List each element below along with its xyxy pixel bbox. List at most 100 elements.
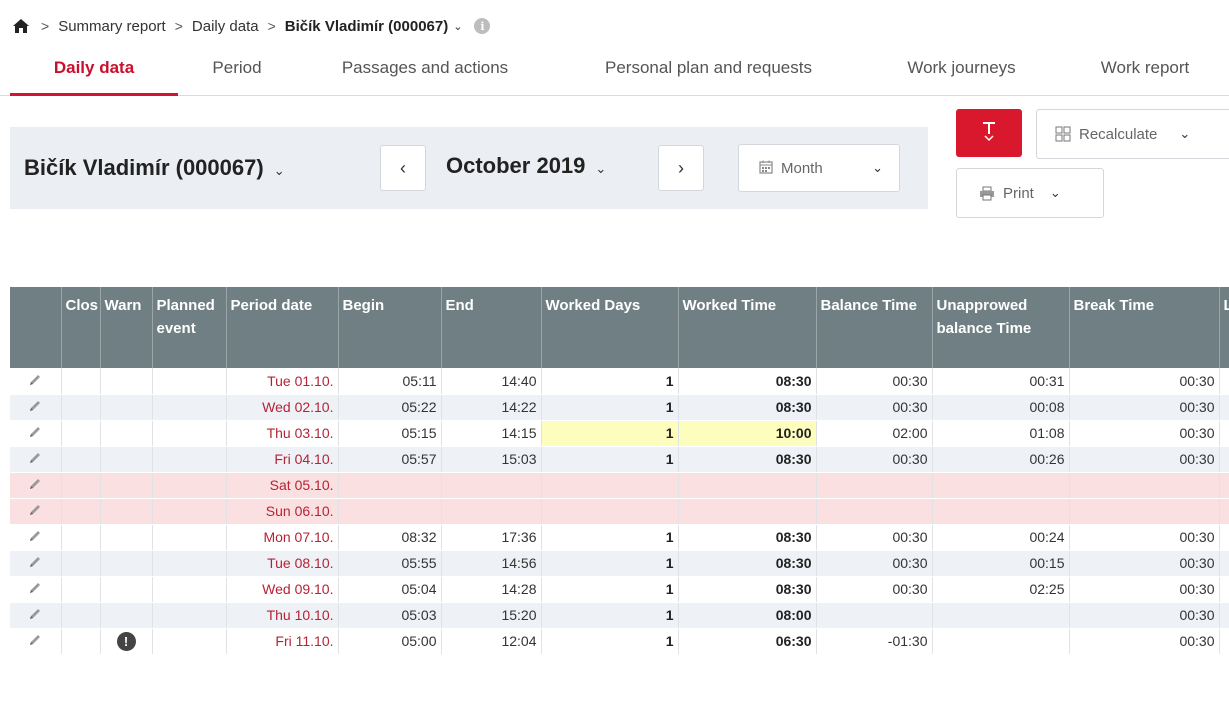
text-tool-button[interactable] (956, 109, 1022, 157)
unapproved-balance-cell: 01:08 (932, 420, 1070, 447)
end-cell: 14:56 (441, 550, 542, 577)
tab-period[interactable]: Period (196, 58, 278, 96)
col-header-close[interactable]: Clos (61, 287, 101, 368)
worked-days-cell: 1 (541, 576, 679, 603)
unapproved-balance-cell (932, 498, 1070, 525)
period-date-cell: Wed 02.10. (226, 394, 339, 421)
col-header-worked-days[interactable]: Worked Days (541, 287, 679, 368)
table-row[interactable]: Thu 03.10. 05:15 14:15 1 10:00 02:00 01:08 00:3… (10, 420, 1229, 447)
chevron-right-icon: › (678, 157, 684, 178)
exclamation-icon[interactable]: ! (116, 631, 136, 651)
worked-time-cell: 08:00 (678, 602, 817, 629)
balance-time-cell: 00:30 (816, 394, 933, 421)
edit-row-button[interactable] (10, 472, 62, 499)
extra-cell (1219, 368, 1229, 395)
previous-month-button[interactable]: ‹ (380, 145, 426, 191)
worked-days-cell: 1 (541, 524, 679, 551)
table-row[interactable]: Wed 09.10. 05:04 14:28 1 08:30 00:30 02:25 00:3… (10, 576, 1229, 603)
breadcrumb-summary-report[interactable]: Summary report (58, 18, 166, 35)
warning-cell (100, 446, 153, 473)
chevron-down-icon[interactable]: ⌄ (1179, 126, 1190, 142)
daily-data-table: Clos Warn Planned event Period date Begi… (10, 287, 1229, 655)
col-header-extra[interactable]: L (1219, 287, 1229, 368)
edit-row-button[interactable] (10, 550, 62, 577)
period-type-dropdown[interactable]: Month ⌄ (738, 144, 900, 192)
chevron-down-icon[interactable]: ⌄ (1050, 185, 1061, 201)
col-header-break-time[interactable]: Break Time (1069, 287, 1220, 368)
recalculate-button[interactable]: Recalculate ⌄ (1036, 109, 1229, 159)
pencil-icon (28, 425, 42, 442)
end-cell: 14:15 (441, 420, 542, 447)
close-cell (61, 498, 101, 525)
balance-time-cell: 00:30 (816, 576, 933, 603)
home-icon[interactable] (12, 17, 32, 35)
pencil-icon (28, 503, 42, 520)
print-button[interactable]: Print ⌄ (956, 168, 1104, 218)
table-row[interactable]: Wed 02.10. 05:22 14:22 1 08:30 00:30 00:08 00:3… (10, 394, 1229, 421)
end-cell: 15:03 (441, 446, 542, 473)
close-cell (61, 394, 101, 421)
extra-cell (1219, 420, 1229, 447)
table-row[interactable]: Tue 08.10. 05:55 14:56 1 08:30 00:30 00:15 00:3… (10, 550, 1229, 577)
begin-cell: 05:00 (338, 628, 442, 655)
col-header-begin[interactable]: Begin (338, 287, 442, 368)
table-row[interactable]: Sun 06.10. (10, 498, 1229, 525)
edit-row-button[interactable] (10, 498, 62, 525)
edit-row-button[interactable] (10, 394, 62, 421)
break-time-cell: 00:30 (1069, 420, 1220, 447)
breadcrumb-current-employee[interactable]: Bičík Vladimír (000067) (285, 18, 448, 35)
edit-row-button[interactable] (10, 420, 62, 447)
tab-daily-data[interactable]: Daily data (10, 58, 178, 96)
edit-row-button[interactable] (10, 602, 62, 629)
employee-select[interactable]: Bičík Vladimír (000067) ⌄ (24, 155, 285, 181)
tab-passages-and-actions[interactable]: Passages and actions (320, 58, 530, 96)
worked-time-cell (678, 498, 817, 525)
breadcrumb-separator: > (267, 18, 276, 34)
col-header-end[interactable]: End (441, 287, 542, 368)
table-row[interactable]: ! Fri 11.10. 05:00 12:04 1 06:30 -01:30 00:30 (10, 628, 1229, 655)
edit-row-button[interactable] (10, 576, 62, 603)
close-cell (61, 628, 101, 655)
planned-event-cell (152, 524, 227, 551)
table-row[interactable]: Sat 05.10. (10, 472, 1229, 499)
month-label: October 2019 (446, 153, 586, 178)
break-time-cell: 00:30 (1069, 628, 1220, 655)
col-header-worked-time[interactable]: Worked Time (678, 287, 817, 368)
chevron-down-icon[interactable]: ⌄ (453, 20, 462, 33)
col-header-planned-event[interactable]: Planned event (152, 287, 227, 368)
end-cell (441, 498, 542, 525)
tab-work-journeys[interactable]: Work journeys (884, 58, 1039, 96)
break-time-cell: 00:30 (1069, 524, 1220, 551)
worked-days-cell: 1 (541, 602, 679, 629)
table-row[interactable]: Thu 10.10. 05:03 15:20 1 08:00 00:30 (10, 602, 1229, 629)
info-icon[interactable]: i (474, 18, 491, 34)
edit-row-button[interactable] (10, 446, 62, 473)
month-select[interactable]: October 2019 ⌄ (446, 153, 606, 179)
tab-personal-plan-and-requests[interactable]: Personal plan and requests (576, 58, 841, 96)
table-row[interactable]: Mon 07.10. 08:32 17:36 1 08:30 00:30 00:24 00:3… (10, 524, 1229, 551)
edit-row-button[interactable] (10, 524, 62, 551)
balance-time-cell: 00:30 (816, 550, 933, 577)
worked-time-cell: 08:30 (678, 576, 817, 603)
col-header-balance-time[interactable]: Balance Time (816, 287, 933, 368)
unapproved-balance-cell: 00:08 (932, 394, 1070, 421)
balance-time-cell (816, 602, 933, 629)
next-month-button[interactable]: › (658, 145, 704, 191)
tab-work-report[interactable]: Work report (1080, 58, 1210, 96)
breadcrumb-daily-data[interactable]: Daily data (192, 18, 259, 35)
close-cell (61, 472, 101, 499)
table-row[interactable]: Tue 01.10. 05:11 14:40 1 08:30 00:30 00:31 00:3… (10, 368, 1229, 395)
col-header-period-date[interactable]: Period date (226, 287, 339, 368)
break-time-cell: 00:30 (1069, 368, 1220, 395)
edit-row-button[interactable] (10, 368, 62, 395)
edit-row-button[interactable] (10, 628, 62, 655)
table-row[interactable]: Fri 04.10. 05:57 15:03 1 08:30 00:30 00:26 00:3… (10, 446, 1229, 473)
col-header-warning[interactable]: Warn (100, 287, 153, 368)
col-header-unapproved-balance[interactable]: Unapprowed balance Time (932, 287, 1070, 368)
end-cell: 12:04 (441, 628, 542, 655)
planned-event-cell (152, 602, 227, 629)
begin-cell: 05:11 (338, 368, 442, 395)
planned-event-cell (152, 498, 227, 525)
begin-cell: 05:57 (338, 446, 442, 473)
balance-time-cell: -01:30 (816, 628, 933, 655)
